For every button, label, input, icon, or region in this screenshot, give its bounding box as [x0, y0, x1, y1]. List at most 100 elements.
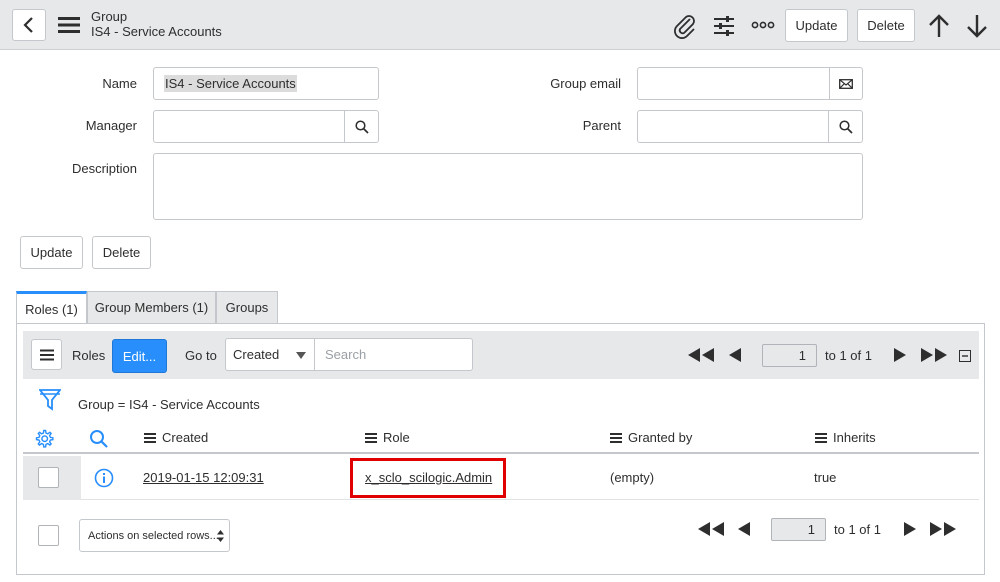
goto-label: Go to — [185, 348, 217, 363]
double-chevron-left-icon — [688, 348, 714, 362]
header-delete-button[interactable]: Delete — [857, 9, 915, 42]
paperclip-icon — [674, 15, 695, 39]
manager-field[interactable] — [153, 110, 345, 143]
parent-field[interactable] — [637, 110, 829, 143]
filter-breadcrumb[interactable]: Group = IS4 - Service Accounts — [78, 397, 260, 412]
minus-square-icon — [959, 350, 971, 362]
sliders-icon — [714, 16, 734, 36]
send-email-button[interactable] — [829, 67, 863, 100]
bottom-next-page-button[interactable] — [904, 522, 916, 536]
funnel-icon — [38, 389, 62, 411]
row-select-cell — [23, 456, 81, 500]
table-row: 2019-01-15 12:09:31 x_sclo_scilogic.Admi… — [23, 456, 979, 500]
actions-select-label: Actions on selected rows... — [88, 529, 219, 542]
name-field-value: IS4 - Service Accounts — [164, 75, 297, 92]
manager-lookup-button[interactable] — [344, 110, 379, 143]
hamburger-icon — [39, 349, 54, 360]
parent-label: Parent — [582, 118, 621, 133]
select-all-checkbox[interactable] — [38, 525, 59, 546]
arrow-down-icon — [967, 15, 987, 38]
form-header: Group IS4 - Service Accounts Update Dele… — [0, 0, 1000, 50]
double-chevron-right-icon — [921, 348, 947, 362]
back-button[interactable] — [12, 9, 46, 41]
list-context-menu-button[interactable] — [31, 339, 62, 370]
hamburger-icon — [58, 17, 80, 33]
column-menu-icon — [815, 431, 827, 445]
form-update-button[interactable]: Update — [20, 236, 83, 269]
triangle-right-icon — [894, 348, 906, 362]
bottom-previous-page-button[interactable] — [738, 522, 750, 536]
column-header-inherits[interactable]: Inherits — [815, 430, 876, 445]
tab-roles[interactable]: Roles (1) — [16, 291, 87, 324]
ellipsis-icon — [751, 21, 775, 29]
edit-button[interactable]: Edit... — [112, 339, 167, 373]
column-menu-icon — [365, 431, 377, 445]
bottom-first-page-button[interactable] — [698, 522, 724, 536]
triangle-right-icon — [904, 522, 916, 536]
previous-record-button[interactable] — [928, 14, 950, 38]
list-search-placeholder: Search — [325, 347, 367, 362]
collapse-list-button[interactable] — [959, 350, 971, 362]
column-header-created[interactable]: Created — [144, 430, 208, 445]
list-header-row: Created Role Granted by Inherits — [23, 422, 979, 454]
personalize-list-button[interactable] — [34, 429, 54, 449]
form-subtitle: IS4 - Service Accounts — [91, 24, 222, 39]
next-page-button[interactable] — [894, 348, 906, 362]
arrow-up-icon — [929, 14, 949, 37]
header-update-button[interactable]: Update — [785, 9, 848, 42]
first-page-button[interactable] — [688, 348, 714, 362]
record-preview-button[interactable] — [94, 468, 114, 488]
envelope-icon — [839, 78, 853, 89]
list-search-input[interactable]: Search — [314, 338, 473, 371]
page-number-input[interactable]: 1 — [762, 344, 817, 367]
double-chevron-right-icon — [930, 522, 956, 536]
search-icon — [838, 119, 853, 134]
triangle-left-icon — [738, 522, 750, 536]
more-options-button[interactable] — [751, 18, 775, 32]
chevron-left-icon — [23, 17, 33, 33]
cell-created-link[interactable]: 2019-01-15 12:09:31 — [143, 470, 264, 485]
last-page-button[interactable] — [921, 348, 947, 362]
next-record-button[interactable] — [966, 14, 988, 38]
search-icon — [354, 119, 369, 134]
previous-page-button[interactable] — [729, 348, 741, 362]
column-menu-icon — [610, 431, 622, 445]
goto-select[interactable]: Created — [225, 338, 315, 371]
bottom-last-page-button[interactable] — [930, 522, 956, 536]
description-field[interactable] — [153, 153, 863, 220]
manager-label: Manager — [85, 118, 137, 133]
updown-caret-icon — [217, 530, 224, 542]
row-checkbox[interactable] — [38, 467, 59, 488]
column-header-role[interactable]: Role — [365, 430, 410, 445]
bottom-page-range-label: to 1 of 1 — [834, 522, 881, 537]
bottom-page-number-input[interactable]: 1 — [771, 518, 826, 541]
gear-icon — [35, 429, 54, 448]
parent-lookup-button[interactable] — [828, 110, 863, 143]
related-list-tabs: Roles (1) Group Members (1) Groups — [16, 291, 978, 324]
search-icon — [90, 430, 108, 448]
column-header-granted-by[interactable]: Granted by — [610, 430, 692, 445]
page-range-label: to 1 of 1 — [825, 348, 872, 363]
cell-inherits: true — [814, 470, 837, 485]
cell-granted-by: (empty) — [610, 470, 655, 485]
cell-role-link[interactable]: x_sclo_scilogic.Admin — [365, 470, 492, 485]
tab-group-members[interactable]: Group Members (1) — [87, 291, 216, 324]
column-header-role-label: Role — [383, 430, 410, 445]
goto-select-value: Created — [233, 347, 280, 362]
form-delete-button[interactable]: Delete — [92, 236, 151, 269]
attachment-button[interactable] — [672, 13, 698, 39]
name-label: Name — [102, 76, 137, 91]
tab-groups[interactable]: Groups — [216, 291, 278, 324]
group-email-field[interactable] — [637, 67, 830, 100]
filter-toggle-button[interactable] — [38, 388, 62, 412]
group-email-label: Group email — [550, 76, 621, 91]
column-header-granted-by-label: Granted by — [628, 430, 693, 445]
column-search-button[interactable] — [89, 429, 109, 449]
actions-select[interactable]: Actions on selected rows... — [79, 519, 230, 552]
personalize-form-button[interactable] — [711, 13, 737, 39]
name-field[interactable]: IS4 - Service Accounts — [153, 67, 379, 100]
double-chevron-left-icon — [698, 522, 724, 536]
form-menu-button[interactable] — [58, 16, 80, 34]
info-icon — [94, 468, 114, 488]
description-label: Description — [71, 161, 137, 176]
